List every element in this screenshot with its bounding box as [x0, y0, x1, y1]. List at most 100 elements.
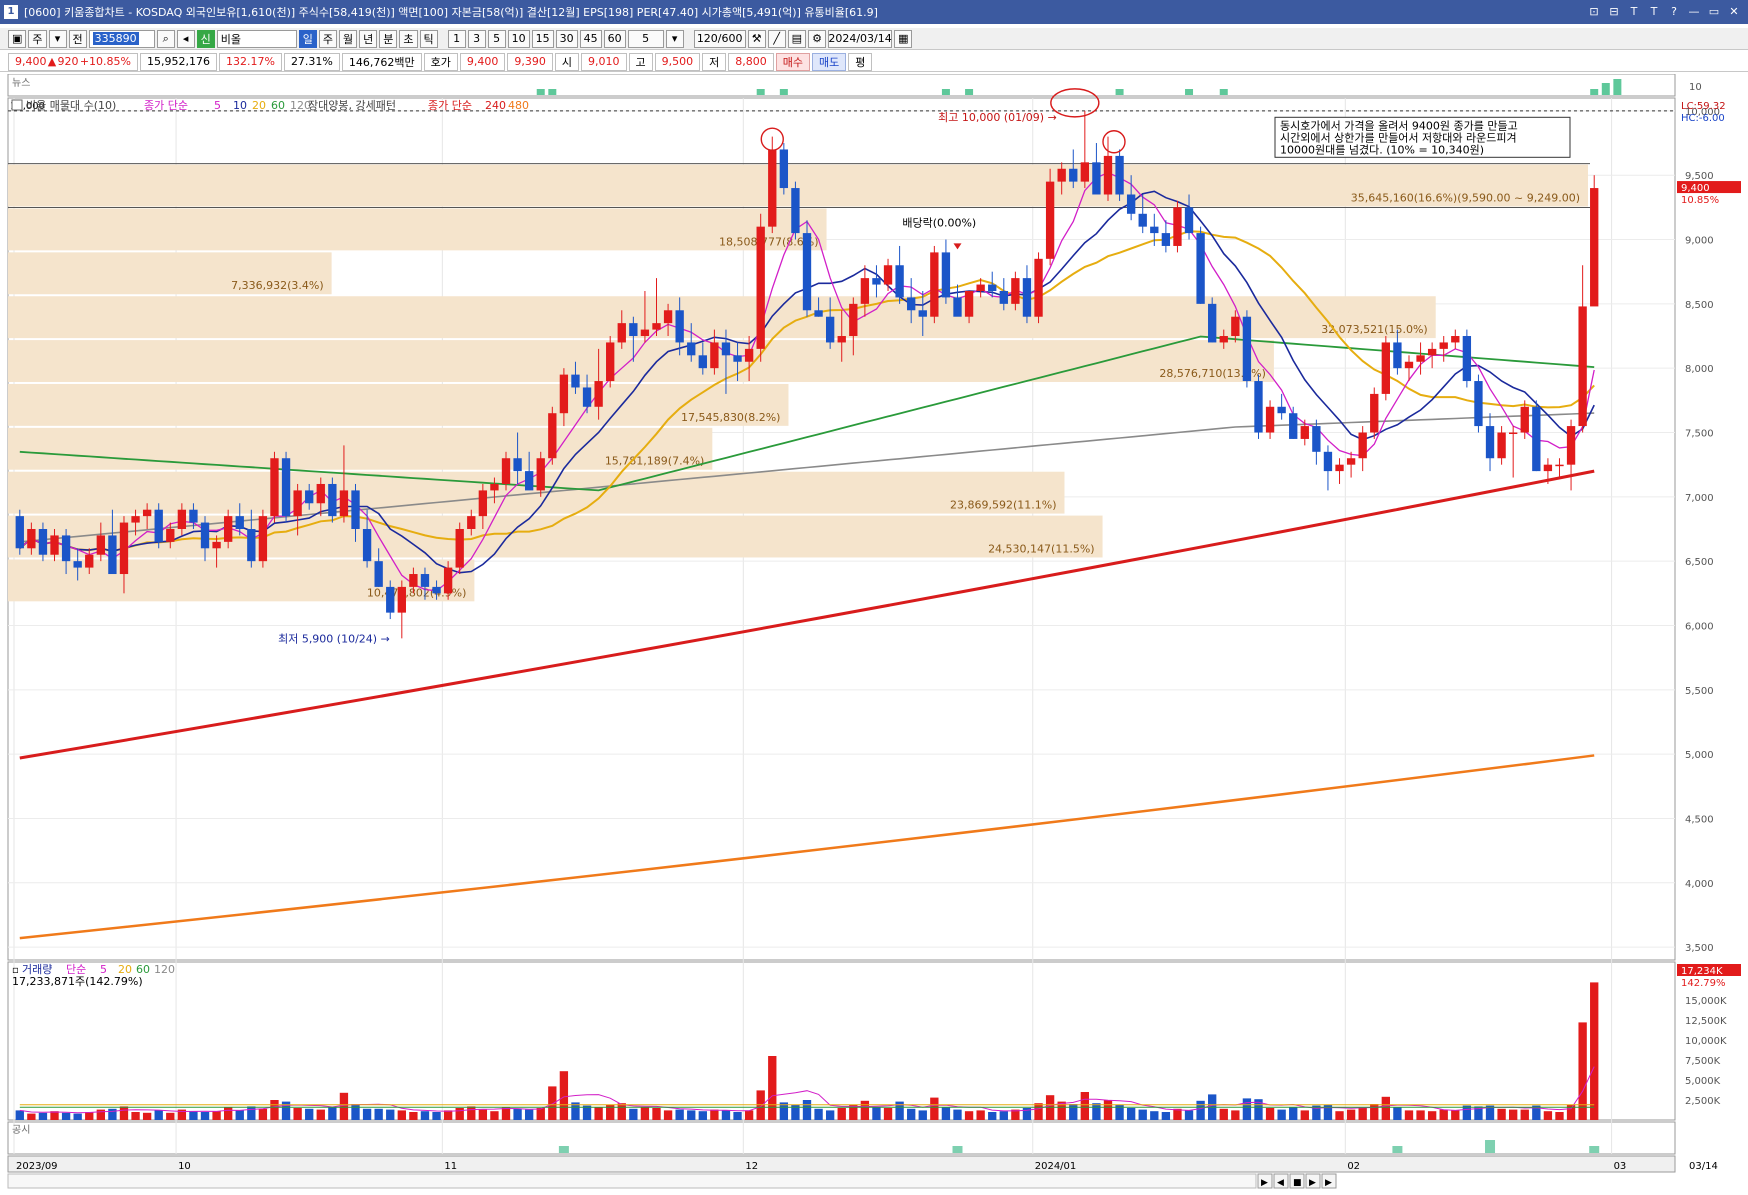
interval-30[interactable]: 30 [555, 29, 578, 48]
period-day[interactable]: 일 [298, 29, 317, 48]
volume-bar [988, 1112, 997, 1120]
volume-bar [513, 1108, 522, 1120]
candle-body [999, 290, 1008, 304]
chevron-down-icon[interactable]: ▾ [48, 29, 67, 48]
volume-bar [432, 1112, 441, 1120]
stock-chart[interactable]: 2023/09 10 11 12 2024/01 02 03 03/1410,0009,500… [0, 73, 1748, 1195]
interval-45[interactable]: 45 [579, 29, 602, 48]
sound-icon[interactable]: ◂ [176, 29, 195, 48]
period-week[interactable]: 주 [318, 29, 338, 48]
volume-bar [1358, 1108, 1367, 1120]
candle-body [281, 458, 291, 517]
stock-code-input[interactable]: 335890 [88, 29, 155, 48]
volume-bar [1300, 1110, 1309, 1120]
period-tick[interactable]: 틱 [419, 29, 438, 48]
candle-body [582, 387, 592, 407]
minimize-icon[interactable]: — [1686, 4, 1702, 20]
count-field[interactable]: 120/600 [693, 29, 746, 48]
interval-5[interactable]: 5 [487, 29, 506, 48]
layout-icon[interactable]: ▣ [8, 29, 27, 48]
volume-axis-tick: 7,500K [1685, 1056, 1721, 1067]
volume-bar [710, 1109, 719, 1120]
period-year[interactable]: 년 [359, 29, 378, 48]
tools-icon[interactable]: ⚒ [747, 29, 766, 48]
interval-1[interactable]: 1 [447, 29, 466, 48]
volume-bar [860, 1100, 870, 1120]
candle-body [1103, 155, 1113, 195]
candle-body [305, 490, 314, 504]
news-axis-max: 10 [1689, 82, 1702, 93]
type-selector[interactable]: 주 [28, 29, 47, 48]
save-icon[interactable]: ▤ [787, 29, 807, 48]
maximize-icon[interactable]: ▭ [1706, 4, 1722, 20]
prev-button[interactable]: 전 [68, 29, 87, 48]
help-icon[interactable]: ? [1666, 4, 1682, 20]
candle-body [860, 278, 870, 304]
x-axis-label: 03 [1614, 1161, 1627, 1172]
candle-body [756, 226, 765, 349]
period-month[interactable]: 월 [339, 29, 358, 48]
interval-10[interactable]: 10 [507, 29, 530, 48]
legend-ma-label: 종가 단순 [144, 99, 188, 112]
interval-15[interactable]: 15 [531, 29, 554, 48]
chevron-down-icon[interactable]: ▾ [665, 29, 684, 48]
hoga-label: 호가 [423, 52, 458, 71]
period-minute[interactable]: 분 [379, 29, 398, 48]
price-axis-tick: 5,500 [1685, 686, 1714, 697]
candle-body [1358, 432, 1367, 459]
volume-bar [1427, 1111, 1437, 1120]
candle-body [108, 535, 117, 575]
volume-bar [1103, 1100, 1113, 1120]
volume-bar [1219, 1108, 1228, 1120]
legend-ma-long-label: 종가 단순 [428, 99, 472, 112]
buy-button[interactable]: 매수 [775, 52, 810, 71]
candle-body [721, 342, 731, 356]
candle-body [1115, 155, 1124, 195]
volume-bar [652, 1108, 661, 1120]
interval-60[interactable]: 60 [603, 29, 626, 48]
x-axis-label: 12 [745, 1161, 758, 1172]
scroll-arrow-icon: ■ [1293, 1178, 1302, 1188]
news-label: 뉴스 [12, 77, 30, 89]
volume-profile-band [8, 296, 1436, 339]
volume-bar [443, 1110, 453, 1120]
news-bar [779, 89, 788, 95]
volume-bar [536, 1108, 545, 1120]
legend-ma480: 480 [508, 99, 529, 112]
candle-body [513, 458, 522, 472]
period-second[interactable]: 초 [399, 29, 418, 48]
sell-button[interactable]: 매도 [812, 52, 847, 71]
volume-bar [27, 1113, 36, 1120]
volume-bar [953, 1109, 962, 1120]
volume-bar [386, 1109, 395, 1120]
line-icon[interactable]: ╱ [767, 29, 786, 48]
close-icon[interactable]: ✕ [1726, 4, 1742, 20]
news-bar [1590, 89, 1599, 95]
date-field[interactable]: 2024/03/14 [828, 29, 893, 48]
stock-name-field[interactable]: 비올 [216, 29, 297, 48]
candle-body [467, 516, 476, 529]
calendar-icon[interactable]: ▦ [894, 29, 913, 48]
candle-body [119, 522, 129, 575]
candle-body [1566, 426, 1576, 465]
volume-bar [1555, 1112, 1564, 1120]
news-bar [965, 89, 974, 95]
volume-bar [374, 1108, 383, 1120]
interval-3[interactable]: 3 [467, 29, 486, 48]
eval-button[interactable]: 평 [848, 52, 873, 71]
gear-icon[interactable]: ⚙ [808, 29, 827, 48]
horizontal-scrollbar [7, 1173, 1257, 1189]
credit-tag: 신 [196, 29, 215, 48]
volume-bar [1126, 1108, 1136, 1120]
volume-bar [119, 1106, 129, 1120]
chart-area[interactable]: 2023/09 10 11 12 2024/01 02 03 03/14 10,000 9,500… [0, 73, 1748, 1195]
link-icon[interactable]: ⊡ [1586, 4, 1602, 20]
font-icon[interactable]: Ｔ [1626, 4, 1642, 20]
font-icon-2[interactable]: Ｔ [1646, 4, 1662, 20]
legend-ma-period: 20 [252, 99, 266, 112]
interval-input[interactable]: 5 [627, 29, 664, 48]
low-value: 8,800 [728, 52, 774, 71]
restore-icon[interactable]: ⊟ [1606, 4, 1622, 20]
search-icon[interactable]: ⌕ [156, 29, 175, 48]
legend-ma-period: 60 [271, 99, 285, 112]
